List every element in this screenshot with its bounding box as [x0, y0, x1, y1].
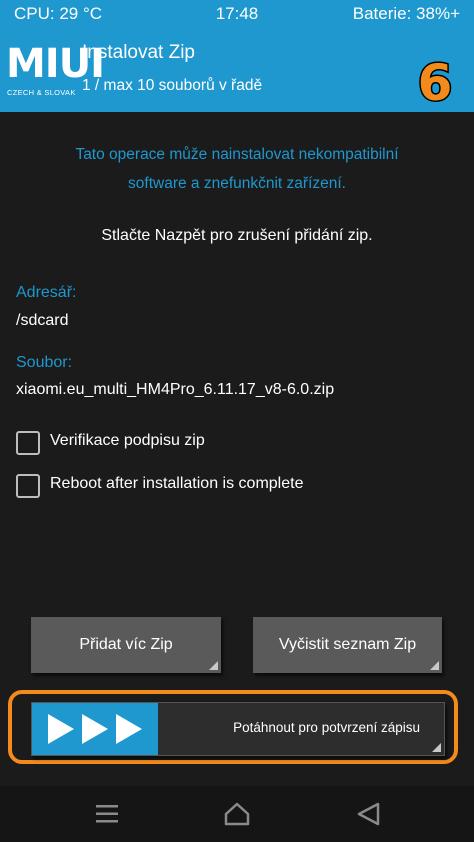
- verify-signature-label: Verifikace podpisu zip: [50, 432, 205, 449]
- add-zip-button[interactable]: Přidat víc Zip: [31, 617, 221, 673]
- number-badge: 6: [416, 56, 454, 106]
- file-label: Soubor:: [16, 354, 73, 371]
- file-value: xiaomi.eu_multi_HM4Pro_6.11.17_v8-6.0.zi…: [16, 381, 335, 398]
- queue-count: 1 / max 10 souborů v řadě: [82, 77, 263, 94]
- verify-signature-checkbox[interactable]: [16, 431, 40, 455]
- swipe-handle[interactable]: [32, 703, 158, 755]
- home-icon[interactable]: [224, 802, 250, 826]
- add-zip-label: Přidat víc Zip: [79, 636, 173, 653]
- slider-corner-mark: [432, 743, 441, 752]
- warning-line-2: software a znefunkčnit zařízení.: [128, 175, 346, 192]
- battery-level: Baterie: 38%+: [352, 4, 460, 23]
- directory-label: Adresář:: [16, 284, 77, 301]
- warning-message: Tato operace může nainstalovat nekompati…: [0, 140, 474, 198]
- button-corner-mark: [209, 661, 218, 670]
- back-icon[interactable]: [356, 802, 382, 826]
- navigation-bar: [0, 786, 474, 842]
- reboot-checkbox[interactable]: [16, 474, 40, 498]
- reboot-label: Reboot after installation is complete: [50, 475, 304, 492]
- back-hint: Stlačte Nazpět pro zrušení přidání zip.: [101, 227, 373, 244]
- button-corner-mark: [430, 661, 439, 670]
- directory-value: /sdcard: [16, 312, 69, 329]
- miui-logo: MIUI CZECH & SLOVAK: [6, 44, 105, 106]
- header: MIUI CZECH & SLOVAK Instalovat Zip 1 / m…: [0, 28, 474, 112]
- page-title: Instalovat Zip: [82, 42, 195, 63]
- warning-line-1: Tato operace může nainstalovat nekompati…: [75, 146, 399, 163]
- swipe-to-confirm-slider[interactable]: Potáhnout pro potvrzení zápisu: [31, 702, 445, 756]
- logo-subtext: CZECH & SLOVAK: [7, 88, 76, 97]
- clear-zip-list-label: Vyčistit seznam Zip: [278, 636, 417, 653]
- swipe-label: Potáhnout pro potvrzení zápisu: [233, 720, 420, 735]
- status-bar: CPU: 29 °C 17:48 Baterie: 38%+: [0, 0, 474, 28]
- clear-zip-list-button[interactable]: Vyčistit seznam Zip: [253, 617, 442, 673]
- triple-arrow-icon: [48, 714, 142, 744]
- badge-number: 6: [418, 56, 453, 106]
- menu-icon[interactable]: [94, 802, 120, 826]
